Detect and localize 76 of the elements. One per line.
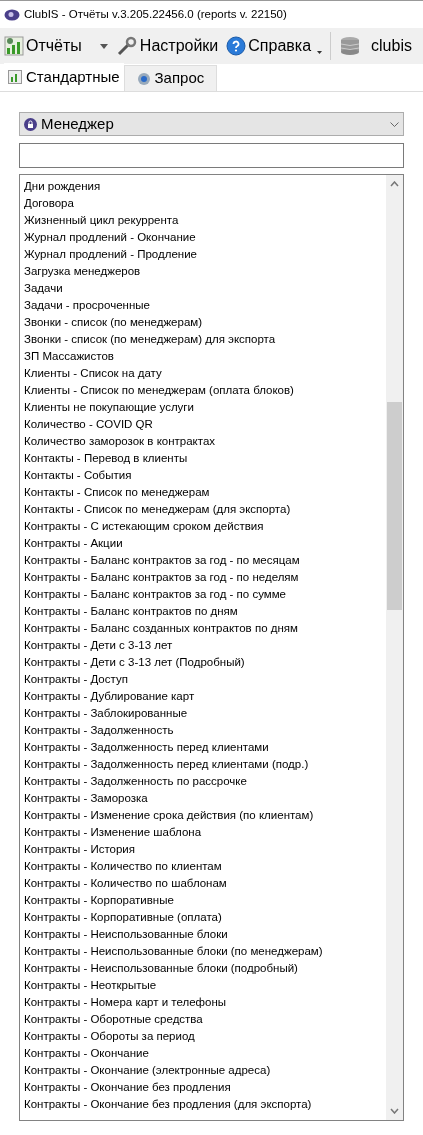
database-icon [339,35,362,57]
toolbar-button[interactable]: Отчёты [4,34,108,58]
list-item[interactable]: Контракты - Неиспользованные блоки (подробный) [24,960,386,977]
list-item[interactable]: Контракты - Количество по шаблонам [24,875,386,892]
list-item[interactable]: Контракты - Заблокированные [24,705,386,722]
toolbar-button[interactable]: Настройки [115,34,219,58]
list-item[interactable]: Контракты - Дети с 3-13 лет (Подробный) [24,654,386,671]
list-item[interactable]: Контакты - Перевод в клиенты [24,450,386,467]
scroll-down-icon [390,1108,399,1114]
list-item[interactable]: Звонки - список (по менеджерам) для экспорта [24,331,386,348]
chart-icon [8,70,22,84]
chart-icon [4,36,24,56]
help-icon [226,36,247,56]
list-item[interactable]: Контракты - Оборотные средства [24,1011,386,1028]
list-item[interactable]: Жизненный цикл рекуррента [24,212,386,229]
list-item[interactable]: Контракты - Номера карт и телефоны [24,994,386,1011]
dropdown-mark-icon [317,51,323,54]
list-item[interactable]: ЗП Массажистов [24,348,386,365]
scrollbar[interactable] [386,175,403,1120]
chevron-down-icon [390,121,399,127]
list-item[interactable]: Контракты - Окончание без продления [24,1079,386,1096]
list-item[interactable]: Контракты - Баланс контрактов за год - по месяцам [24,552,386,569]
list-item[interactable]: Контракты - История [24,841,386,858]
scrollbar-thumb[interactable] [387,402,402,610]
toolbar-button[interactable]: clubis [339,34,412,58]
list-item[interactable]: Контракты - Обороты за период [24,1028,386,1045]
list-item[interactable]: Контракты - Акции [24,535,386,552]
list-item[interactable]: Контракты - Заморозка [24,790,386,807]
list-item[interactable]: Контракты - Доступ [24,671,386,688]
dropdown-arrow-icon [99,43,108,49]
list-item[interactable]: Клиенты - Список на дату [24,365,386,382]
search-field[interactable] [19,143,404,168]
list-item[interactable]: Контракты - Задолженность по рассрочке [24,773,386,790]
lock-icon [24,117,37,131]
list-item[interactable]: Журнал продлений - Продление [24,246,386,263]
list-item[interactable]: Контракты - Дублирование карт [24,688,386,705]
list-item[interactable]: Контракты - Баланс созданных контрактов по дням [24,620,386,637]
tab[interactable]: Запрос [123,65,218,91]
list-item[interactable]: Контакты - Список по менеджерам [24,484,386,501]
list-item[interactable]: Загрузка менеджеров [24,263,386,280]
list-item[interactable]: Задачи [24,280,386,297]
gear-icon [136,71,151,86]
list-item[interactable]: Контракты - Количество по клиентам [24,858,386,875]
list-item[interactable]: Контакты - События [24,467,386,484]
list-item[interactable]: Контракты - Неоткрытые [24,977,386,994]
list-item[interactable]: Задачи - просроченные [24,297,386,314]
list-item[interactable]: Контракты - Неиспользованные блоки (по менеджерам) [24,943,386,960]
list-item[interactable]: Договора [24,195,386,212]
list-item[interactable]: Контакты - Список по менеджерам (для экспорта) [24,501,386,518]
list-item[interactable]: Контракты - Задолженность [24,722,386,739]
list-item[interactable]: Контракты - Баланс контрактов за год - по сумме [24,586,386,603]
list-item[interactable]: Контракты - Корпоративные (оплата) [24,909,386,926]
list-item[interactable]: Контракты - Неиспользованные блоки [24,926,386,943]
list-item[interactable]: Звонки - список (по менеджерам) [24,314,386,331]
list-item[interactable]: Контракты - Задолженность перед клиентами [24,739,386,756]
list-item[interactable]: Контракты - Задолженность перед клиентами (подр.) [24,756,386,773]
list-item[interactable]: Дни рождения [24,178,386,195]
scroll-up-icon [390,181,399,187]
toolbar-button[interactable]: Справка [226,34,323,58]
list-item[interactable]: Контракты - Окончание (электронные адреса) [24,1062,386,1079]
category-dropdown[interactable]: Менеджер [19,112,404,136]
list-item[interactable]: Контракты - Баланс контрактов за год - по неделям [24,569,386,586]
list-item[interactable]: Клиенты не покупающие услуги [24,399,386,416]
list-item[interactable]: Клиенты - Список по менеджерам (оплата блоков) [24,382,386,399]
list-item[interactable]: Контракты - Изменение срока действия (по клиентам) [24,807,386,824]
list-item[interactable]: Контракты - Корпоративные [24,892,386,909]
list-item[interactable]: Контракты - Окончание [24,1045,386,1062]
list-item[interactable]: Журнал продлений - Окончание [24,229,386,246]
list-item[interactable]: Контракты - С истекающим сроком действия [24,518,386,535]
list-item[interactable]: Количество - COVID QR [24,416,386,433]
window-title: ClubIS - Отчёты v.3.205.22456.0 (reports v. 22150) [24,6,287,22]
list-item[interactable]: Количество заморозок в контрактах [24,433,386,450]
list-item[interactable]: Контракты - Дети с 3-13 лет [24,637,386,654]
list-item[interactable]: Контракты - Окончание без продления (для экспорта) [24,1096,386,1113]
list-item[interactable]: Контракты - Изменение шаблона [24,824,386,841]
list-item[interactable]: Контракты - Баланс контрактов по дням [24,603,386,620]
